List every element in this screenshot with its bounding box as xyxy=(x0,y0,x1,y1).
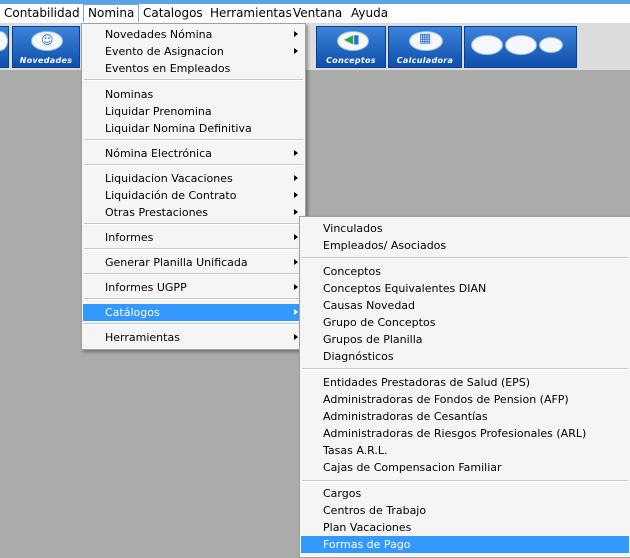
menu-item-liquidacion-vacaciones[interactable]: Liquidacion Vacaciones xyxy=(83,170,304,187)
calculadora-button[interactable]: ▦ Calculadora xyxy=(388,26,462,68)
menu-catalogos[interactable]: Catalogos xyxy=(143,6,203,21)
submenu-arrow-icon xyxy=(294,234,298,240)
submenu-arrow-icon xyxy=(294,192,298,198)
submenu-arrow-icon xyxy=(294,334,298,340)
submenu-item-tasas-arl[interactable]: Tasas A.R.L. xyxy=(301,442,629,459)
submenu-item-plan-vacaciones[interactable]: Plan Vacaciones xyxy=(301,519,629,536)
novedades-button[interactable]: ☺ Novedades xyxy=(12,26,80,68)
submenu-arrow-icon xyxy=(294,209,298,215)
separator xyxy=(302,368,628,370)
menu-item-herramientas[interactable]: Herramientas xyxy=(83,329,304,346)
menu-ventana[interactable]: Ventana xyxy=(293,6,342,21)
separator xyxy=(84,79,303,81)
submenu-arrow-icon xyxy=(294,150,298,156)
submenu-item-conceptos-dian[interactable]: Conceptos Equivalentes DIAN xyxy=(301,280,629,297)
submenu-item-cargos[interactable]: Cargos xyxy=(301,485,629,502)
menu-item-informes-ugpp[interactable]: Informes UGPP xyxy=(83,279,304,296)
menu-item-generar-planilla[interactable]: Generar Planilla Unificada xyxy=(83,254,304,271)
calculator-icon: ▦ xyxy=(419,31,432,46)
submenu-arrow-icon xyxy=(294,31,298,37)
separator xyxy=(84,323,303,325)
catalogos-submenu: Vinculados Empleados/ Asociados Concepto… xyxy=(299,216,630,558)
menu-item-liquidar-nomina-definitiva[interactable]: Liquidar Nomina Definitiva xyxy=(83,120,304,137)
submenu-item-formas-pago[interactable]: Formas de Pago xyxy=(301,536,629,553)
menu-contabilidad[interactable]: Contabilidad xyxy=(4,6,80,21)
menu-item-liquidacion-contrato[interactable]: Liquidación de Contrato xyxy=(83,187,304,204)
document-icon: ▮ xyxy=(353,32,360,46)
submenu-item-diagnosticos[interactable]: Diagnósticos xyxy=(301,348,629,365)
menu-item-nominas[interactable]: Nominas xyxy=(83,86,304,103)
menu-item-evento-asignacion[interactable]: Evento de Asignacion xyxy=(83,43,304,60)
extra-toolbar-button[interactable] xyxy=(464,26,577,68)
separator xyxy=(302,480,628,482)
calculadora-label: Calculadora xyxy=(396,56,454,65)
menu-item-nomina-electronica[interactable]: Nómina Electrónica xyxy=(83,145,304,162)
menu-item-informes[interactable]: Informes xyxy=(83,229,304,246)
submenu-item-grupos-planilla[interactable]: Grupos de Planilla xyxy=(301,331,629,348)
submenu-item-empleados-asociados[interactable]: Empleados/ Asociados xyxy=(301,237,629,254)
menu-item-novedades-nomina[interactable]: Novedades Nómina xyxy=(83,26,304,43)
submenu-item-cajas-compensacion[interactable]: Cajas de Compensacion Familiar xyxy=(301,459,629,476)
separator xyxy=(84,139,303,141)
person-icon: ☺ xyxy=(41,33,54,47)
conceptos-label: Conceptos xyxy=(326,56,376,65)
submenu-arrow-icon xyxy=(294,284,298,290)
separator xyxy=(84,273,303,275)
submenu-item-eps[interactable]: Entidades Prestadoras de Salud (EPS) xyxy=(301,374,629,391)
menu-item-liquidar-prenomina[interactable]: Liquidar Prenomina xyxy=(83,103,304,120)
separator xyxy=(302,257,628,259)
menu-bar: Contabilidad Nomina Catalogos Herramient… xyxy=(0,4,630,24)
submenu-item-arl[interactable]: Administradoras de Riesgos Profesionales… xyxy=(301,425,629,442)
pill-icon-3 xyxy=(539,37,563,53)
submenu-item-grupo-conceptos[interactable]: Grupo de Conceptos xyxy=(301,314,629,331)
menu-ayuda[interactable]: Ayuda xyxy=(351,6,388,21)
toolbar-icon-partial xyxy=(0,31,8,51)
separator xyxy=(84,248,303,250)
separator xyxy=(84,223,303,225)
submenu-item-centros-trabajo[interactable]: Centros de Trabajo xyxy=(301,502,629,519)
separator xyxy=(84,164,303,166)
submenu-item-vinculados[interactable]: Vinculados xyxy=(301,220,629,237)
submenu-arrow-icon xyxy=(294,175,298,181)
menu-item-catalogos[interactable]: Catálogos xyxy=(83,304,304,321)
menu-item-otras-prestaciones[interactable]: Otras Prestaciones xyxy=(83,204,304,221)
menu-item-eventos-empleados[interactable]: Eventos en Empleados xyxy=(83,60,304,77)
menu-nomina[interactable]: Nomina xyxy=(83,4,140,22)
submenu-item-cesantias[interactable]: Administradoras de Cesantías xyxy=(301,408,629,425)
separator xyxy=(84,298,303,300)
submenu-item-causas-novedad[interactable]: Causas Novedad xyxy=(301,297,629,314)
menu-herramientas[interactable]: Herramientas xyxy=(210,6,292,21)
toolbar-button-partial[interactable] xyxy=(0,26,9,68)
submenu-arrow-icon xyxy=(294,259,298,265)
conceptos-button[interactable]: ◀ ▮ Conceptos xyxy=(316,26,386,68)
arrow-left-icon: ◀ xyxy=(344,32,354,46)
nomina-dropdown: Novedades Nómina Evento de Asignacion Ev… xyxy=(81,23,306,350)
submenu-item-conceptos[interactable]: Conceptos xyxy=(301,263,629,280)
submenu-item-afp[interactable]: Administradoras de Fondos de Pension (AF… xyxy=(301,391,629,408)
submenu-arrow-icon xyxy=(294,48,298,54)
novedades-label: Novedades xyxy=(19,56,73,65)
submenu-arrow-icon xyxy=(294,309,298,315)
pill-icon-1 xyxy=(471,35,503,55)
pill-icon-2 xyxy=(505,35,537,55)
